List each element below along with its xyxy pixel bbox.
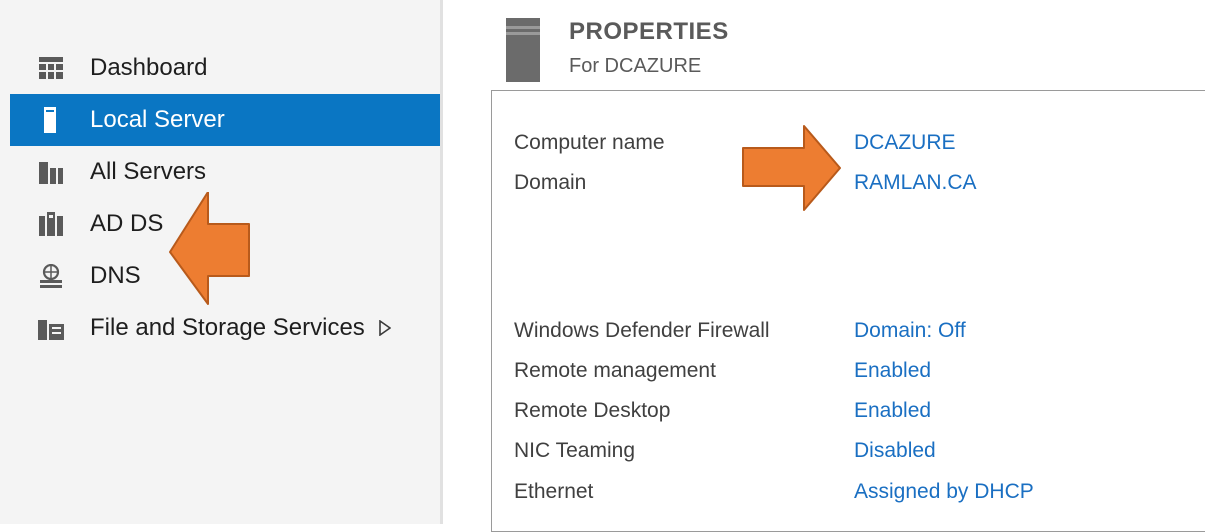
file-storage-icon: [38, 315, 64, 341]
property-label: Remote Desktop: [514, 399, 671, 422]
properties-subtitle: For DCAZURE: [569, 55, 702, 77]
property-label: Computer name: [514, 131, 665, 154]
properties-panel: Computer name DCAZURE Domain RAMLAN.CA W…: [491, 90, 1205, 532]
property-label: Ethernet: [514, 480, 594, 503]
servers-icon: [38, 159, 64, 185]
chevron-right-icon[interactable]: [379, 320, 391, 336]
firewall-link[interactable]: Domain: Off: [854, 319, 966, 343]
sidebar-item-label: File and Storage Services: [90, 314, 365, 341]
properties-title: PROPERTIES: [569, 18, 729, 45]
ethernet-link[interactable]: Assigned by DHCP: [854, 480, 1034, 504]
sidebar-item-label: DNS: [90, 262, 141, 289]
annotation-arrow-down-left: [169, 192, 250, 305]
dashboard-icon: [38, 55, 64, 81]
server-icon: [40, 107, 60, 133]
sidebar-item-label: Dashboard: [90, 54, 208, 81]
sidebar-item-local-server[interactable]: Local Server: [10, 94, 440, 146]
remote-management-link[interactable]: Enabled: [854, 359, 931, 383]
property-label: Windows Defender Firewall: [514, 319, 770, 342]
property-label: Remote management: [514, 359, 716, 382]
annotation-arrow-right: [742, 125, 841, 211]
sidebar-item-file-storage[interactable]: File and Storage Services: [10, 302, 440, 354]
remote-desktop-link[interactable]: Enabled: [854, 399, 931, 423]
property-label: NIC Teaming: [514, 439, 635, 462]
server-tower-icon: [506, 18, 540, 87]
sidebar-item-label: Local Server: [90, 106, 225, 133]
properties-pane: PROPERTIES For DCAZURE Computer name DCA…: [443, 0, 1205, 532]
computer-name-link[interactable]: DCAZURE: [854, 131, 956, 155]
sidebar-item-dashboard[interactable]: Dashboard: [10, 42, 440, 94]
dns-icon: [38, 263, 64, 289]
property-label: Domain: [514, 171, 587, 194]
sidebar-item-label: AD DS: [90, 210, 164, 237]
ad-ds-icon: [38, 211, 64, 237]
sidebar-item-all-servers[interactable]: All Servers: [10, 146, 440, 198]
nic-teaming-link[interactable]: Disabled: [854, 439, 936, 463]
domain-link[interactable]: RAMLAN.CA: [854, 171, 977, 195]
sidebar-item-label: All Servers: [90, 158, 207, 185]
